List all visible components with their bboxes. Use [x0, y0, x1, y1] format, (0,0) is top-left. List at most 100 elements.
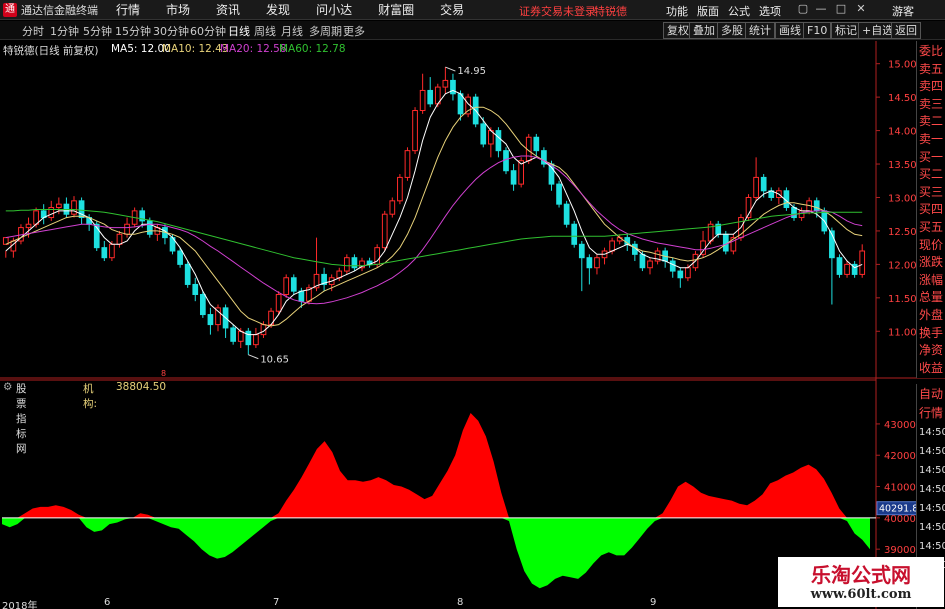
indicator-gear-icon[interactable]: ⚙: [3, 381, 12, 393]
candle-body: [563, 203, 570, 225]
indicator-name: 股票指标网: [16, 383, 27, 455]
quote-field-label: 买三: [919, 184, 944, 199]
candle-body: [55, 203, 62, 209]
candle-body: [813, 200, 820, 212]
price-tick-label: 13.50: [888, 160, 917, 171]
quote-field-label: 卖二: [919, 114, 944, 129]
date-tick: 2018年: [2, 601, 38, 609]
quote-field-label: 卖三: [919, 96, 944, 111]
indicator-tick-label: 40000: [884, 514, 916, 525]
candle-body: [510, 170, 517, 185]
quote-field-label: 委比: [919, 44, 944, 58]
quote-panel: 委比 卖五 卖四 卖三 卖二 卖一 买一 买二 买三 买四 买五 现价 涨跌 涨幅 总量 外盘 换手 净资 收益: [916, 41, 945, 378]
candle-body: [533, 136, 540, 152]
tick-time: 14:50: [919, 427, 945, 438]
price-tick-label: 11.00: [888, 327, 917, 338]
candle-body: [647, 260, 653, 269]
quote-field-label: 换手: [919, 325, 944, 340]
indicator-tick-label: 41000: [884, 483, 916, 494]
candle-body: [101, 247, 108, 259]
indicator-tick-label: 42000: [884, 451, 916, 462]
date-axis: 2018年 6 7 8 9: [0, 597, 878, 609]
indicator-value: 38804.50: [116, 381, 167, 393]
candle-body: [859, 250, 866, 275]
quote-field-label: 卖一: [919, 132, 944, 146]
quote-field-label: 总量: [919, 290, 944, 305]
tick-time: 14:50: [919, 522, 945, 533]
price-tick-label: 15.00: [888, 60, 917, 71]
quote-field-label: 涨幅: [919, 272, 944, 287]
tick-time: 14:50: [919, 465, 945, 476]
candle-body: [571, 223, 578, 245]
candle-body: [798, 210, 805, 219]
candle-body: [237, 330, 244, 342]
candle-body: [199, 293, 206, 316]
candle-body: [25, 223, 32, 229]
candle-body: [146, 220, 153, 235]
candle-body: [639, 253, 646, 269]
quote-field-label: 现价: [919, 237, 944, 252]
candle-body: [404, 150, 411, 178]
candle-body: [177, 250, 183, 265]
candle-body: [791, 207, 797, 219]
candle-body: [389, 200, 396, 215]
candle-body: [677, 270, 684, 279]
candle-body: [124, 223, 130, 235]
quote-field-label: 收益: [919, 360, 944, 375]
quote-field-label: 买四: [919, 202, 944, 217]
candle-body: [586, 257, 593, 269]
date-tick: 6: [104, 597, 111, 608]
date-tick: 7: [273, 597, 280, 608]
high-price-label: 14.95: [457, 66, 486, 77]
candle-body: [419, 89, 426, 112]
candle-body: [578, 243, 585, 259]
price-tick-label: 14.50: [888, 93, 917, 104]
candle-body: [71, 200, 77, 215]
indicator-tick-label: 43000: [884, 420, 916, 431]
quote-field-label: 净资: [919, 343, 944, 358]
candle-body: [753, 176, 759, 198]
price-tick-label: 13.00: [888, 193, 917, 204]
stock-chart[interactable]: 15.00 14.50 14.00 13.50 13.00 12.50 12.00 11.50…: [0, 0, 945, 609]
high-pointer: [445, 66, 456, 72]
tick-time: 14:50: [919, 541, 945, 552]
candle-body: [503, 150, 509, 172]
candle-body: [700, 240, 706, 255]
watermark-url: www.60lt.com: [810, 587, 912, 602]
candle-body: [116, 233, 123, 245]
candle-body: [685, 267, 691, 279]
candle-body: [245, 330, 252, 346]
candle-body: [298, 290, 305, 302]
chart-marker: 8: [161, 369, 166, 378]
date-tick: 9: [650, 597, 657, 608]
price-tick-label: 11.50: [888, 294, 917, 305]
candle-body: [594, 257, 600, 269]
candle-body: [669, 260, 676, 272]
date-tick: 8: [457, 597, 464, 608]
candle-body: [184, 263, 191, 285]
tick-time: 14:50: [919, 503, 945, 514]
oscillator-negative-area: [2, 517, 870, 589]
candle-body: [207, 314, 214, 326]
quote-field-label: 卖五: [919, 61, 944, 76]
quote-field-label: 涨跌: [919, 255, 944, 270]
candle-body: [760, 176, 767, 192]
indicator-label: 机构:: [83, 383, 98, 410]
quote-field-label: 买一: [919, 149, 944, 164]
ma20-line: [5, 155, 863, 305]
candle-body: [450, 79, 456, 95]
candle-body: [442, 79, 449, 88]
tick-panel-label: 自动: [919, 387, 944, 401]
quote-field-label: 外盘: [919, 308, 944, 322]
candle-body: [351, 257, 358, 269]
candle-body: [609, 240, 615, 252]
candle-body: [253, 334, 259, 346]
candle-body: [230, 327, 237, 342]
tick-time: 14:50: [919, 484, 945, 495]
candle-body: [109, 243, 115, 259]
candle-body: [275, 293, 282, 312]
candle-body: [192, 283, 199, 295]
low-price-label: 10.65: [260, 355, 289, 366]
candle-body: [343, 257, 350, 272]
quote-field-label: 卖四: [919, 79, 944, 94]
